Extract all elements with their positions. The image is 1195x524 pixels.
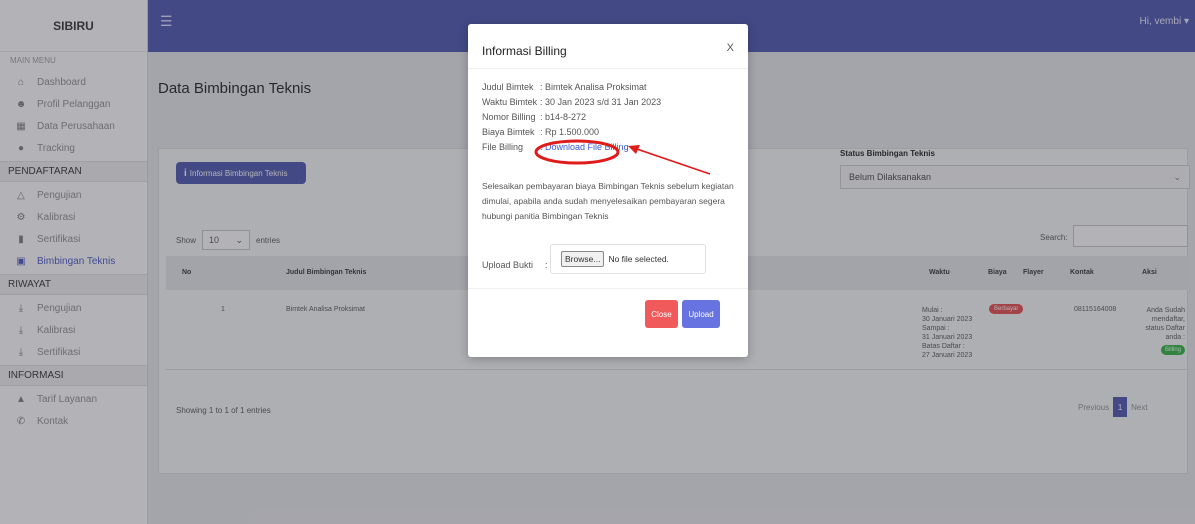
browse-button[interactable]: Browse... (561, 251, 605, 267)
divider (468, 288, 748, 289)
field-value: : 30 Jan 2023 s/d 31 Jan 2023 (540, 97, 662, 107)
no-file-label: No file selected. (608, 254, 669, 264)
field-label: Nomor Billing (482, 112, 536, 122)
annotation-ellipse (534, 139, 620, 165)
file-upload-input[interactable]: Browse... No file selected. (550, 244, 706, 274)
billing-info-modal: Informasi Billing X Judul Bimtek : Bimte… (468, 24, 748, 357)
field-value: : b14-8-272 (540, 112, 587, 122)
field-value: : Bimtek Analisa Proksimat (540, 82, 647, 92)
field-label: Biaya Bimtek (482, 127, 535, 137)
modal-title: Informasi Billing (482, 44, 567, 58)
close-button[interactable]: Close (645, 300, 678, 328)
field-judul-bimtek: Judul Bimtek : Bimtek Analisa Proksimat (482, 82, 647, 92)
annotation-arrow-line (633, 147, 711, 175)
field-label: Waktu Bimtek (482, 97, 538, 107)
divider (468, 68, 748, 69)
upload-button[interactable]: Upload (682, 300, 720, 328)
field-label: Judul Bimtek (482, 82, 534, 92)
upload-colon: : (545, 260, 548, 270)
field-waktu-bimtek: Waktu Bimtek : 30 Jan 2023 s/d 31 Jan 20… (482, 97, 661, 107)
upload-label: Upload Bukti (482, 260, 534, 270)
field-nomor-billing: Nomor Billing : b14-8-272 (482, 112, 586, 122)
payment-instruction-text: Selesaikan pembayaran biaya Bimbingan Te… (482, 181, 734, 221)
field-label: File Billing (482, 142, 524, 152)
modal-close-x-button[interactable]: X (727, 42, 734, 54)
upload-bukti-row: Upload Bukti : (482, 260, 548, 270)
